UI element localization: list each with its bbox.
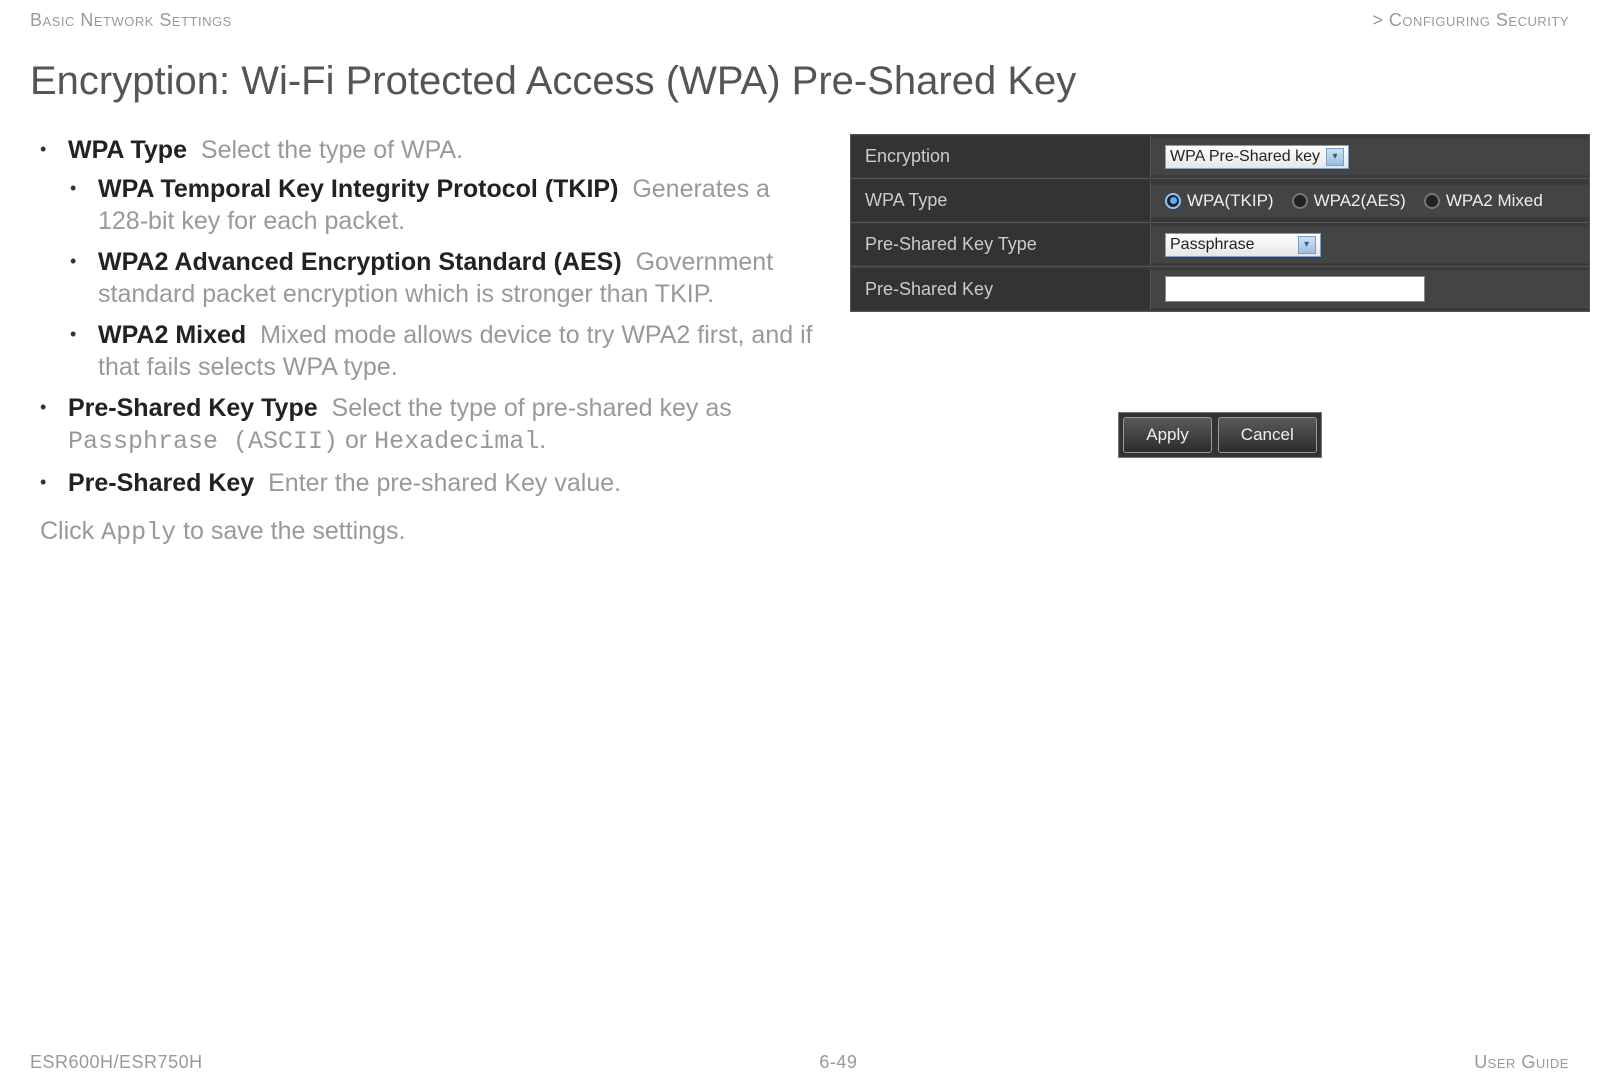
closing-cmd: Apply — [101, 518, 176, 547]
footer-center: 6-49 — [819, 1052, 857, 1073]
footer-right: User Guide — [1474, 1052, 1569, 1073]
radio-label-tkip: WPA(TKIP) — [1187, 191, 1274, 211]
radio-label-aes: WPA2(AES) — [1314, 191, 1406, 211]
label-encryption: Encryption — [851, 136, 1151, 177]
value-psk-type: Passphrase ▾ — [1151, 227, 1589, 263]
radio-wpa2-aes[interactable]: WPA2(AES) — [1292, 191, 1406, 211]
row-wpa-type: WPA Type WPA(TKIP) WPA2(AES) WPA2 Mixed — [851, 179, 1589, 223]
label-psk: Pre-Shared Key — [851, 269, 1151, 310]
radio-icon — [1292, 193, 1308, 209]
term-tkip: WPA Temporal Key Integrity Protocol (TKI… — [98, 175, 618, 203]
value-encryption: WPA Pre-Shared key ▾ — [1151, 139, 1589, 175]
settings-panel: Encryption WPA Pre-Shared key ▾ WPA Type… — [850, 134, 1590, 312]
radio-label-mixed: WPA2 Mixed — [1446, 191, 1543, 211]
radio-icon — [1424, 193, 1440, 209]
psk-type-opt2: Hexadecimal — [374, 427, 539, 456]
radio-wpa2-mixed[interactable]: WPA2 Mixed — [1424, 191, 1543, 211]
definition-list: WPA Type Select the type of WPA. WPA Tem… — [30, 134, 820, 499]
encryption-select[interactable]: WPA Pre-Shared key ▾ — [1165, 145, 1349, 169]
page-footer: ESR600H/ESR750H 6-49 User Guide — [30, 1052, 1569, 1073]
desc-psk-type-post: . — [539, 426, 546, 454]
closing-pre: Click — [40, 517, 101, 545]
psk-type-select[interactable]: Passphrase ▾ — [1165, 233, 1321, 257]
item-psk-type: Pre-Shared Key Type Select the type of p… — [68, 392, 820, 459]
radio-wpa-tkip[interactable]: WPA(TKIP) — [1165, 191, 1274, 211]
wpa-type-sublist: WPA Temporal Key Integrity Protocol (TKI… — [68, 173, 820, 384]
value-psk — [1151, 270, 1589, 308]
label-psk-type: Pre-Shared Key Type — [851, 224, 1151, 265]
desc-psk-type-pre: Select the type of pre-shared key as — [332, 394, 732, 422]
closing-post: to save the settings. — [176, 517, 405, 545]
value-wpa-type: WPA(TKIP) WPA2(AES) WPA2 Mixed — [1151, 185, 1589, 217]
term-psk-type: Pre-Shared Key Type — [68, 394, 318, 422]
item-wpa-type: WPA Type Select the type of WPA. WPA Tem… — [68, 134, 820, 384]
button-row: Apply Cancel — [1118, 412, 1321, 458]
row-psk-type: Pre-Shared Key Type Passphrase ▾ — [851, 223, 1589, 267]
psk-type-select-text: Passphrase — [1170, 236, 1255, 254]
breadcrumb-right: > Configuring Security — [1372, 10, 1569, 31]
item-tkip: WPA Temporal Key Integrity Protocol (TKI… — [98, 173, 820, 238]
chevron-down-icon: ▾ — [1326, 148, 1344, 166]
screenshot-column: Encryption WPA Pre-Shared key ▾ WPA Type… — [840, 134, 1599, 547]
radio-icon — [1165, 193, 1181, 209]
desc-psk-type-mid: or — [338, 426, 374, 454]
content-row: WPA Type Select the type of WPA. WPA Tem… — [30, 134, 1569, 547]
psk-type-opt1: Passphrase (ASCII) — [68, 427, 338, 456]
term-wpa-type: WPA Type — [68, 136, 187, 164]
chevron-down-icon: ▾ — [1298, 236, 1316, 254]
term-psk: Pre-Shared Key — [68, 469, 254, 497]
desc-wpa-type: Select the type of WPA. — [201, 136, 463, 164]
page-header: Basic Network Settings > Configuring Sec… — [30, 10, 1569, 31]
description-column: WPA Type Select the type of WPA. WPA Tem… — [30, 134, 820, 547]
cancel-button[interactable]: Cancel — [1218, 417, 1317, 453]
term-aes: WPA2 Advanced Encryption Standard (AES) — [98, 248, 622, 276]
item-mixed: WPA2 Mixed Mixed mode allows device to t… — [98, 319, 820, 384]
term-mixed: WPA2 Mixed — [98, 321, 246, 349]
breadcrumb-left: Basic Network Settings — [30, 10, 232, 31]
encryption-select-text: WPA Pre-Shared key — [1170, 148, 1320, 166]
row-psk: Pre-Shared Key — [851, 267, 1589, 311]
closing-text: Click Apply to save the settings. — [30, 517, 820, 547]
footer-left: ESR600H/ESR750H — [30, 1052, 203, 1073]
desc-psk: Enter the pre-shared Key value. — [268, 469, 621, 497]
row-encryption: Encryption WPA Pre-Shared key ▾ — [851, 135, 1589, 179]
label-wpa-type: WPA Type — [851, 180, 1151, 221]
apply-button[interactable]: Apply — [1123, 417, 1212, 453]
item-aes: WPA2 Advanced Encryption Standard (AES) … — [98, 246, 820, 311]
item-psk: Pre-Shared Key Enter the pre-shared Key … — [68, 467, 820, 500]
page-title: Encryption: Wi-Fi Protected Access (WPA)… — [30, 59, 1569, 104]
psk-input[interactable] — [1165, 276, 1425, 302]
